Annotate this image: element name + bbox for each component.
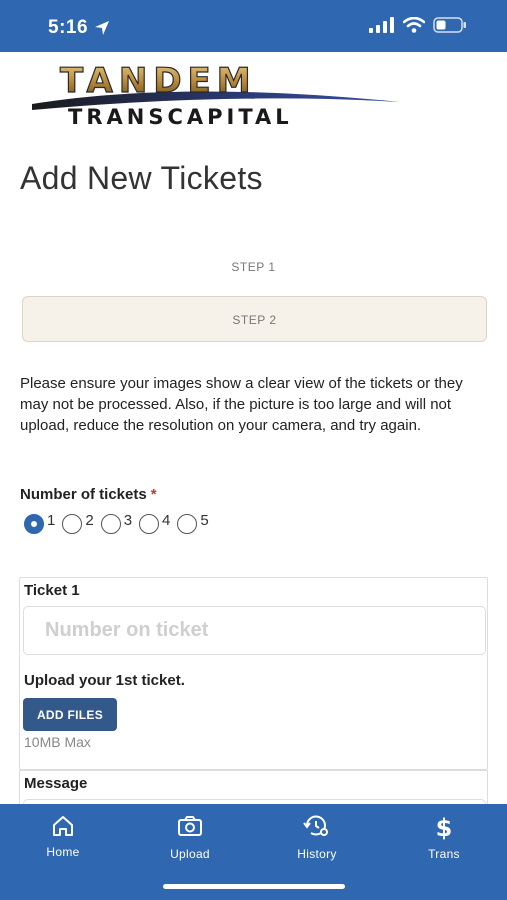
home-icon: [53, 816, 73, 836]
ticket-1-section: Ticket 1 Upload your 1st ticket. ADD FIL…: [19, 577, 488, 770]
camera-icon: [178, 816, 202, 836]
logo-line1: TANDEM: [60, 61, 257, 101]
radio-button-selected[interactable]: [24, 514, 44, 534]
radio-button[interactable]: [139, 514, 160, 534]
tab-upload[interactable]: Upload: [135, 814, 245, 861]
number-of-tickets-text: Number of tickets: [20, 486, 147, 503]
tab-home-label: Home: [46, 845, 80, 859]
radio-label: 1: [47, 511, 56, 529]
ticket-count-option-1[interactable]: 1: [24, 511, 56, 534]
page-title: Add New Tickets: [20, 160, 263, 196]
ticket-1-label: Ticket 1: [24, 582, 80, 599]
clock-text: 5:16: [48, 17, 89, 38]
step-2-tab[interactable]: STEP 2: [22, 296, 487, 342]
radio-button[interactable]: [62, 514, 83, 534]
wifi-icon: [403, 17, 425, 33]
history-icon: [303, 815, 328, 836]
tandem-transcapital-logo: TANDEM TRANSCAPITAL: [30, 58, 410, 130]
ticket-count-option-2[interactable]: 2: [62, 511, 94, 534]
home-indicator: [163, 884, 345, 889]
tab-history[interactable]: History: [262, 814, 372, 861]
radio-label: 2: [85, 511, 94, 529]
upload-ticket-label: Upload your 1st ticket.: [24, 672, 185, 689]
tab-upload-label: Upload: [170, 847, 210, 861]
radio-button[interactable]: [177, 514, 198, 534]
required-asterisk: *: [150, 486, 157, 503]
tab-home[interactable]: Home: [8, 814, 118, 859]
cellular-signal-icon: [369, 17, 394, 33]
status-time: 5:16: [48, 17, 110, 39]
add-files-button[interactable]: ADD FILES: [23, 698, 117, 731]
battery-icon: [433, 17, 466, 33]
file-size-limit: 10MB Max: [24, 734, 91, 750]
dollar-icon: $: [436, 814, 453, 840]
ticket-count-option-3[interactable]: 3: [100, 511, 133, 534]
message-label: Message: [24, 775, 88, 792]
ticket-count-radio-group: 1 2 3 4 5: [24, 511, 216, 534]
svg-text:$: $: [436, 814, 453, 840]
tab-trans[interactable]: $ Trans: [389, 814, 499, 861]
upload-instructions: Please ensure your images show a clear v…: [20, 375, 463, 434]
number-of-tickets-label: Number of tickets *: [20, 486, 157, 503]
location-arrow-icon: [95, 21, 110, 35]
status-bar: 5:16: [0, 0, 507, 52]
logo-line2: TRANSCAPITAL: [68, 105, 293, 129]
radio-label: 4: [162, 511, 171, 529]
ticket-number-input[interactable]: [23, 606, 486, 655]
radio-label: 3: [123, 511, 133, 529]
radio-button[interactable]: [100, 514, 121, 534]
step-1-label[interactable]: STEP 1: [0, 260, 507, 274]
ticket-count-option-4[interactable]: 4: [139, 511, 171, 534]
ticket-count-option-5[interactable]: 5: [177, 511, 209, 534]
tab-trans-label: Trans: [428, 847, 460, 861]
bottom-tab-bar: Home Upload History $ Trans: [0, 804, 507, 900]
tab-history-label: History: [297, 847, 337, 861]
radio-label: 5: [200, 511, 209, 529]
status-icons: [369, 17, 467, 33]
